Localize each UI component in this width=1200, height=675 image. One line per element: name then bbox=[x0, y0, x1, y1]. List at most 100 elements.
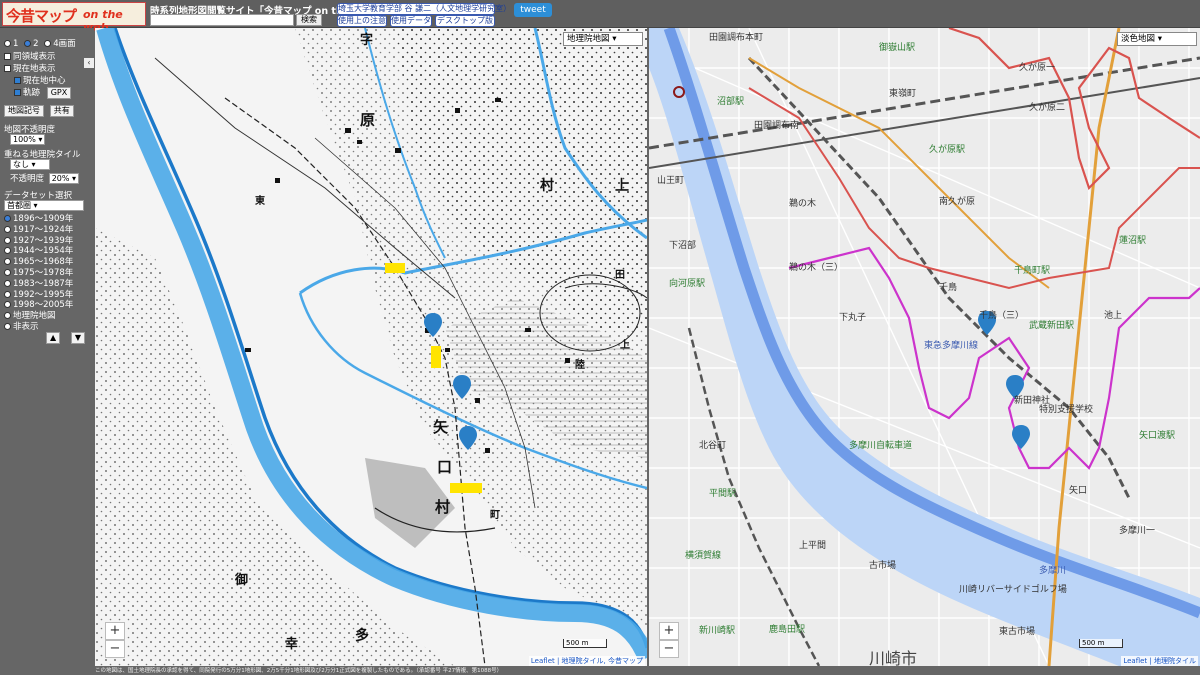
pane-label-1: 1 bbox=[13, 39, 19, 49]
site-logo[interactable]: 今昔マップ on the web bbox=[2, 2, 146, 34]
gpx-button[interactable]: GPX bbox=[46, 87, 72, 99]
period-up-button[interactable]: ▲ bbox=[46, 332, 61, 344]
right-zoom-out-button[interactable]: − bbox=[659, 640, 679, 658]
compare-checkbox[interactable] bbox=[4, 53, 11, 60]
map-label: 陸 bbox=[575, 358, 585, 371]
period-radio[interactable] bbox=[4, 322, 11, 330]
right-zoom-in-button[interactable]: + bbox=[659, 622, 679, 640]
map-label: 田園調布南 bbox=[754, 119, 799, 131]
map-label: 多摩川 bbox=[1039, 564, 1066, 576]
period-option[interactable]: 1998〜2005年 bbox=[4, 300, 73, 311]
period-option[interactable]: 1992〜1995年 bbox=[4, 290, 73, 301]
map-label: 南久が原 bbox=[939, 195, 975, 207]
period-radio[interactable] bbox=[4, 236, 11, 244]
map-label: 多摩川一 bbox=[1119, 524, 1155, 536]
map-symbol-button[interactable]: 地図記号 bbox=[4, 105, 44, 117]
historical-map-pane[interactable]: 原 村 上 矢 口 村 多 御 幸 字 陸 東 田 上 町 地理院地図 ▾ + … bbox=[95, 28, 647, 666]
map-label: 町 bbox=[490, 509, 500, 521]
map-label: 多 bbox=[355, 627, 369, 644]
period-label: 非表示 bbox=[13, 321, 39, 332]
period-radio[interactable] bbox=[4, 247, 11, 255]
period-radio[interactable] bbox=[4, 301, 11, 309]
period-label: 1992〜1995年 bbox=[13, 289, 74, 300]
period-option[interactable]: 1927〜1939年 bbox=[4, 236, 73, 247]
map-label: 横須賀線 bbox=[685, 549, 721, 561]
dataset-value: 首都圏 bbox=[7, 201, 31, 210]
map-label: 田園調布本町 bbox=[709, 31, 763, 43]
map-label: 千鳥 bbox=[939, 281, 957, 293]
map-label: 鵜の木（三） bbox=[789, 261, 843, 273]
period-option[interactable]: 地理院地図 bbox=[4, 311, 73, 322]
map-label: 新川崎駅 bbox=[699, 624, 735, 636]
pane-selector: 1 2 4画面 bbox=[4, 37, 76, 49]
historical-topo-map: 原 村 上 矢 口 村 多 御 幸 字 陸 東 田 上 町 bbox=[95, 28, 647, 666]
left-layer-select[interactable]: 地理院地図 ▾ bbox=[563, 32, 643, 46]
desktop-version-button[interactable]: デスクトップ版 bbox=[435, 15, 495, 27]
pane-radio-4[interactable] bbox=[44, 40, 52, 47]
left-attribution[interactable]: Leaflet | 地理院タイル, 今昔マップ bbox=[528, 656, 645, 666]
map-label: 池上 bbox=[1104, 309, 1122, 321]
map-label: 特別支援学校 bbox=[1039, 403, 1093, 415]
map-label: 武蔵新田駅 bbox=[1029, 319, 1074, 331]
period-radio[interactable] bbox=[4, 290, 11, 298]
map-label: 東 bbox=[255, 194, 265, 207]
author-link[interactable]: 埼玉大学教育学部 谷 謙二（人文地理学研究室） bbox=[337, 3, 511, 15]
track-checkbox[interactable] bbox=[14, 89, 21, 96]
right-attribution[interactable]: Leaflet | 地理院タイル bbox=[1121, 656, 1198, 666]
map-label: 村 bbox=[540, 177, 554, 194]
left-scale-bar: 500 m bbox=[563, 639, 607, 648]
tweet-button[interactable]: tweet bbox=[514, 3, 552, 17]
map-label: 東古市場 bbox=[999, 625, 1035, 637]
sidebar: 1 2 4画面 ‹ 同領域表示 現在地表示 現在地中心 軌跡 GPX 地図記号 … bbox=[0, 28, 94, 668]
period-down-button[interactable]: ▼ bbox=[70, 332, 86, 344]
right-layer-value: 淡色地図 bbox=[1121, 34, 1156, 44]
place-search-input[interactable] bbox=[150, 14, 294, 26]
period-option[interactable]: 1965〜1968年 bbox=[4, 257, 73, 268]
map-label: 下沼部 bbox=[669, 239, 696, 251]
period-radio[interactable] bbox=[4, 268, 11, 276]
period-option[interactable]: 1983〜1987年 bbox=[4, 279, 73, 290]
pane-radio-1[interactable] bbox=[4, 40, 11, 47]
period-option[interactable]: 1975〜1978年 bbox=[4, 268, 73, 279]
opacity-select[interactable]: 100% ▾ bbox=[10, 134, 46, 145]
period-option[interactable]: 1917〜1924年 bbox=[4, 225, 73, 236]
dataset-select[interactable]: 首都圏 ▾ bbox=[4, 200, 84, 211]
period-option[interactable]: 1944〜1954年 bbox=[4, 246, 73, 257]
period-list: 1896〜1909年 1917〜1924年 1927〜1939年 1944〜1954年… bbox=[4, 214, 73, 333]
map-label: 久が原駅 bbox=[929, 143, 965, 155]
right-layer-select[interactable]: 淡色地図 ▾ bbox=[1117, 32, 1197, 46]
overlay-opacity-select[interactable]: 20% ▾ bbox=[48, 173, 80, 184]
center-location-checkbox[interactable] bbox=[14, 77, 21, 84]
map-label: 千鳥（三） bbox=[979, 309, 1024, 321]
period-radio[interactable] bbox=[4, 215, 11, 222]
left-zoom-out-button[interactable]: − bbox=[105, 640, 125, 658]
caution-button[interactable]: 使用上の注意 bbox=[337, 15, 387, 27]
map-label: 上 bbox=[615, 178, 629, 194]
map-label: 御 bbox=[234, 572, 248, 588]
pane-radio-2[interactable] bbox=[24, 40, 32, 47]
footer-notice: この地図は、国土地理院長の承認を得て、同院発行の5万分1地形図、2万5千分1地形… bbox=[95, 668, 503, 674]
map-label: 久が原二 bbox=[1029, 101, 1065, 113]
overlay-opacity-value: 20% bbox=[51, 174, 70, 183]
share-button[interactable]: 共有 bbox=[49, 105, 74, 117]
collapse-sidebar-button[interactable]: ‹ bbox=[84, 58, 94, 68]
period-label: 1983〜1987年 bbox=[13, 278, 74, 289]
period-radio[interactable] bbox=[4, 225, 11, 233]
compare-label: 同領域表示 bbox=[13, 52, 56, 62]
pane-label-4: 4画面 bbox=[53, 39, 76, 49]
left-layer-value: 地理院地図 bbox=[567, 34, 610, 44]
period-radio[interactable] bbox=[4, 279, 11, 287]
overlay-select[interactable]: なし ▾ bbox=[10, 159, 50, 170]
left-zoom-in-button[interactable]: + bbox=[105, 622, 125, 640]
modern-map-pane[interactable]: 田園調布本町 御嶽山駅 久が原一 久が原二 沼部駅 田園調布南 久が原駅 東嶺町… bbox=[649, 28, 1200, 666]
show-location-checkbox[interactable] bbox=[4, 65, 11, 72]
opacity-value: 100% bbox=[13, 135, 36, 144]
map-label: 村 bbox=[435, 498, 450, 516]
search-button[interactable]: 検索 bbox=[296, 14, 322, 26]
data-button[interactable]: 使用データ bbox=[390, 15, 432, 27]
period-radio[interactable] bbox=[4, 312, 11, 320]
period-radio[interactable] bbox=[4, 258, 11, 266]
map-label: 川崎市 bbox=[869, 649, 917, 666]
modern-light-map: 田園調布本町 御嶽山駅 久が原一 久が原二 沼部駅 田園調布南 久が原駅 東嶺町… bbox=[649, 28, 1200, 666]
period-option[interactable]: 1896〜1909年 bbox=[4, 214, 73, 225]
